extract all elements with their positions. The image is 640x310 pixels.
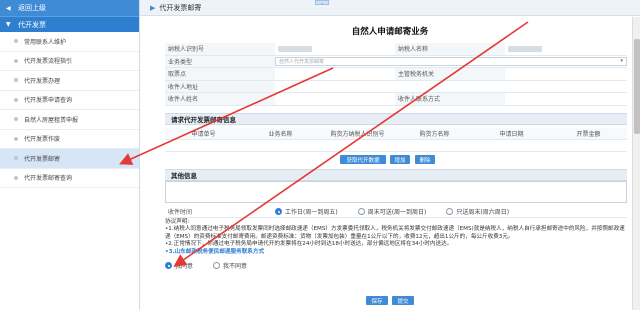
delivery-option-weekend-ok[interactable]: 周末可送(周一到周日) (357, 207, 427, 216)
column-header: 申请日期 (499, 131, 524, 138)
invoice-section-header: 请求代开发票邮寄信息 (165, 113, 627, 125)
breadcrumb: ▶ 代开发票邮寄 (140, 0, 640, 16)
page-title: 自然人申请邮寄业务 (351, 27, 429, 37)
bullet-icon (14, 117, 18, 122)
chevron-down-icon: ▾ (620, 58, 623, 65)
agreement-text: 协议声明: •1.纳税人同意通过电子税务局领取发票同时选择邮政速递（EMS）方发… (165, 219, 627, 256)
delivery-option-weekend-only[interactable]: 只送周末(周六周日) (446, 207, 509, 216)
radio-selected-icon (165, 262, 172, 269)
recipient-contact-label: 收件人联系方式 (395, 93, 505, 105)
agree-label: 我同意 (175, 263, 194, 270)
bullet-icon (14, 136, 18, 141)
taxpayer-name-label: 纳税人名称 (395, 43, 505, 55)
chevron-left-icon: ◀ (6, 4, 11, 12)
recipient-address-label: 收件人地址 (165, 80, 275, 92)
bullet-icon (14, 58, 18, 63)
scrollbar[interactable] (632, 17, 640, 310)
invoice-table-header: 申请单号 业务名称 购货方纳税人识别号 购货方名称 申请日期 开票金额 (165, 128, 627, 140)
back-label: 返回上级 (18, 4, 46, 12)
fetch-invoice-data-button[interactable]: 获取代开数据 (340, 155, 386, 164)
back-button[interactable]: ◀ 返回上级 (0, 0, 139, 16)
business-type-label: 业务类型 (165, 55, 275, 67)
sidebar: ◀ 返回上级 ▼ 代开发票 常用联系人维护 代开发票流程指引 代开发票办理 代开… (0, 0, 140, 310)
tax-office-value (505, 68, 625, 80)
agreement-line-1: •1.纳税人同意通过电子税务局领取发票同时选择邮政速递（EMS）方发票委托领取人… (165, 226, 625, 240)
option-label: 只送周末(周六周日) (456, 209, 510, 216)
radio-selected-icon (275, 208, 282, 215)
breadcrumb-label: 代开发票邮寄 (159, 3, 202, 12)
collapse-toggle-button[interactable]: ⌄ (315, 0, 329, 5)
business-type-value: 自然人代开发票邮寄 (279, 58, 325, 65)
save-button[interactable]: 保存 (366, 296, 388, 305)
bullet-icon (14, 175, 18, 180)
sidebar-item-query[interactable]: 代开发票申请查询 (0, 91, 139, 110)
delivery-time-row: 收件时间 工作日(周一到周五) 周末可送(周一到周日) 只送周末(周六周日) (165, 206, 627, 218)
sidebar-item-guide[interactable]: 代开发票流程指引 (0, 52, 139, 71)
recipient-address-field[interactable] (275, 81, 627, 93)
pickup-point-label: 取票点 (165, 68, 275, 80)
scrollbar-thumb[interactable] (634, 39, 640, 134)
option-label: 周末可送(周一到周日) (367, 209, 427, 216)
sidebar-item-rental[interactable]: 自然人房屋租赁申报 (0, 110, 139, 130)
option-label: 工作日(周一到周五) (285, 209, 338, 216)
other-info-header: 其他信息 (165, 169, 627, 181)
taxpayer-id-value (275, 43, 395, 55)
agreement-line-3: •3.山东邮政税务便民邮递服务联系方式 (165, 248, 265, 255)
sidebar-item-label: 常用联系人维护 (24, 38, 67, 46)
agreement-choice: 我同意 我不同意 (165, 261, 267, 270)
sidebar-item-label: 代开发票邮寄 (24, 155, 61, 163)
agree-option[interactable]: 我同意 (165, 261, 193, 270)
sidebar-item-apply[interactable]: 代开发票办理 (0, 71, 139, 91)
redacted-value (278, 45, 312, 52)
radio-icon (446, 208, 454, 215)
agreement-line-2: •2.正常情况下，你通过电子税务局申请代开的发票将在24小时到达18小时送达，部… (165, 241, 453, 248)
radio-icon (357, 208, 365, 215)
redacted-value (508, 45, 542, 52)
bullet-icon (14, 97, 18, 102)
disagree-label: 我不同意 (223, 263, 248, 270)
pickup-point-value (275, 68, 395, 80)
sidebar-item-mail-query[interactable]: 代开发票邮寄查询 (0, 169, 139, 188)
bullet-icon (14, 78, 18, 83)
play-icon: ▶ (150, 3, 156, 12)
add-button[interactable]: 增加 (390, 155, 410, 164)
taxpayer-name-value (505, 43, 625, 55)
column-header: 购货方纳税人识别号 (330, 131, 385, 138)
sidebar-item-label: 代开发票申请查询 (24, 97, 73, 105)
business-type-select[interactable]: 自然人代开发票邮寄 ▾ (275, 56, 627, 66)
recipient-name-label: 收件人姓名 (165, 93, 275, 105)
submit-button[interactable]: 提交 (392, 296, 414, 305)
column-header: 购货方名称 (419, 131, 450, 138)
sidebar-section-label: 代开发票 (18, 20, 46, 29)
sidebar-item-label: 代开发票邮寄查询 (24, 175, 73, 183)
sidebar-section-header[interactable]: ▼ 代开发票 (0, 16, 139, 32)
chevron-down-icon: ▼ (6, 21, 11, 28)
sidebar-item-label: 代开发票办理 (24, 77, 61, 85)
sidebar-item-label: 自然人房屋租赁申报 (24, 116, 79, 124)
applicant-form: 纳税人识别号 纳税人名称 业务类型 自然人代开发票邮寄 ▾ 取票点 主管税务机关… (165, 43, 627, 106)
sidebar-item-label: 代开发票流程指引 (24, 58, 73, 66)
tax-office-label: 主管税务机关 (395, 68, 505, 80)
sidebar-item-label: 代开发票作废 (24, 136, 61, 144)
bullet-icon (14, 156, 18, 161)
column-header: 申请单号 (191, 131, 216, 138)
column-header: 开票金额 (576, 131, 601, 138)
other-info-textarea[interactable] (165, 181, 627, 203)
invoice-table-body (165, 140, 627, 152)
sidebar-item-void[interactable]: 代开发票作废 (0, 130, 139, 149)
main-panel: ▶ 代开发票邮寄 ⌄ 自然人申请邮寄业务 纳税人识别号 纳税人名称 业务类型 自… (140, 0, 640, 310)
delete-button[interactable]: 删除 (415, 155, 435, 164)
bullet-icon (14, 39, 18, 44)
disagree-option[interactable]: 我不同意 (213, 261, 247, 270)
column-header: 业务名称 (268, 131, 293, 138)
sidebar-item-mail[interactable]: 代开发票邮寄 (0, 149, 139, 169)
taxpayer-id-label: 纳税人识别号 (165, 43, 275, 55)
radio-icon (213, 262, 221, 269)
delivery-option-weekday[interactable]: 工作日(周一到周五) (275, 207, 338, 216)
recipient-contact-field[interactable] (505, 93, 625, 105)
sidebar-item-contacts[interactable]: 常用联系人维护 (0, 32, 139, 52)
delivery-time-label: 收件时间 (168, 209, 193, 216)
recipient-name-field[interactable] (275, 93, 395, 105)
